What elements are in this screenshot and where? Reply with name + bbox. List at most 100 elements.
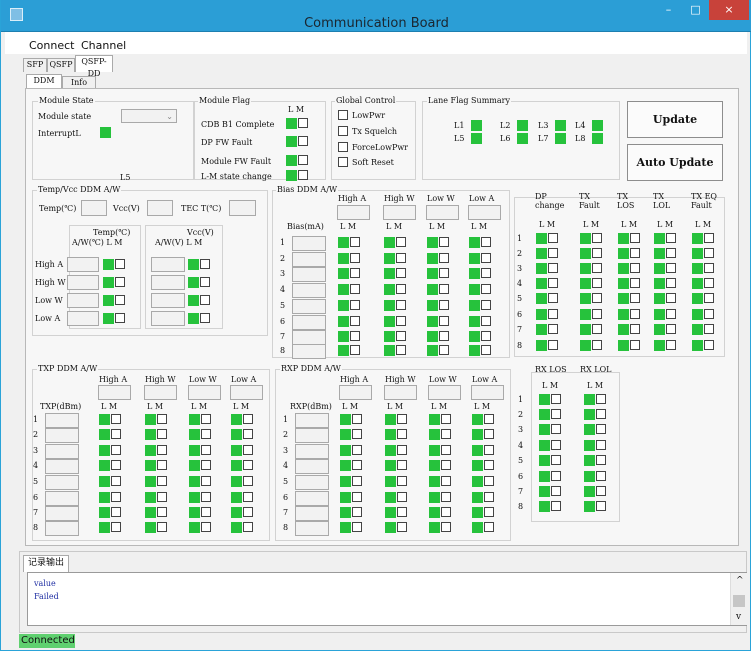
bias-value-field[interactable] [292,236,326,251]
tab-log-output[interactable]: 记录输出 [23,555,69,572]
minimize-button[interactable]: – [655,0,682,20]
temp-threshold-field[interactable] [67,311,99,326]
txp-flag-0-3-l-indicator [231,414,242,425]
tec-field[interactable] [229,200,256,216]
rxp-column-label: RXP(dBm) [290,402,332,411]
vcc-threshold-field[interactable] [151,311,185,326]
menu-channel[interactable]: Channel [81,39,126,52]
rx-flag-lane-number: 1 [518,395,524,404]
global-control-checkbox[interactable] [338,142,348,152]
bias-value-field[interactable] [292,344,326,359]
bias-value-field[interactable] [292,299,326,314]
rxp-value-field[interactable] [295,506,329,521]
rxp-flag-4-1-m-indicator [397,476,407,486]
module-flag-3-m-indicator [298,170,308,180]
rxp-value-field[interactable] [295,475,329,490]
tx-flag-3-1-m-indicator [592,278,602,288]
txp-value-field[interactable] [45,459,79,474]
rxp-value-field[interactable] [295,491,329,506]
tx-flag-0-3-l-indicator [654,233,665,244]
txp-value-field[interactable] [45,413,79,428]
txp-flag-6-0-m-indicator [111,507,121,517]
temp-threshold-field[interactable] [67,275,99,290]
module-flag-label: L-M state change [201,172,272,181]
tx-flag-header: LOS [617,201,635,210]
vcc-threshold-field[interactable] [151,293,185,308]
bias-value-field[interactable] [292,267,326,282]
txp-value-field[interactable] [45,475,79,490]
maximize-button[interactable]: □ [682,0,709,20]
bias-value-field[interactable] [292,283,326,298]
log-scrollbar[interactable]: ^ v [730,573,747,625]
vcc-threshold-field[interactable] [151,257,185,272]
txp-flag-2-1-l-indicator [145,445,156,456]
rxp-value-field[interactable] [295,428,329,443]
tab-qsfp[interactable]: QSFP [47,58,75,72]
scroll-up-icon[interactable]: ^ [736,577,744,586]
temp-field[interactable] [81,200,107,216]
rxp-threshold-field[interactable] [384,385,417,400]
global-control-checkbox[interactable] [338,126,348,136]
update-button[interactable]: Update [627,101,723,138]
log-textbox[interactable]: value Failed ^ v [27,572,747,626]
bias-lm-label: L M [340,222,357,231]
rxp-threshold-label: High A [340,375,369,384]
txp-value-field[interactable] [45,521,79,536]
txp-value-field[interactable] [45,444,79,459]
txp-threshold-field[interactable] [230,385,263,400]
tab-ddm[interactable]: DDM [26,74,62,89]
rxp-flag-5-3-l-indicator [472,492,483,503]
bias-threshold-field[interactable] [426,205,459,220]
txp-threshold-field[interactable] [188,385,221,400]
temp-threshold-field[interactable] [67,293,99,308]
txp-threshold-field[interactable] [144,385,177,400]
txp-value-field[interactable] [45,506,79,521]
tx-flag-6-4-m-indicator [704,324,714,334]
tx-flag-5-1-m-indicator [592,309,602,319]
module-state-select[interactable]: ⌄ [121,109,177,123]
rxp-lane-number: 4 [283,461,289,470]
rxp-value-field[interactable] [295,521,329,536]
bias-flag-7-0-m-indicator [350,345,360,355]
rxp-value-field[interactable] [295,459,329,474]
tab-sfp[interactable]: SFP [23,58,47,72]
close-button[interactable]: × [709,0,749,20]
tab-qsfp-dd[interactable]: QSFP-DD [75,55,113,78]
txp-flag-0-1-l-indicator [145,414,156,425]
module-flag-0-l-indicator [286,118,297,129]
rxp-threshold-field[interactable] [471,385,504,400]
bias-value-field[interactable] [292,315,326,330]
rxp-threshold-field[interactable] [339,385,372,400]
tx-flag-1-3-m-indicator [666,248,676,258]
rxp-lane-number: 8 [283,523,289,532]
rxp-threshold-field[interactable] [428,385,461,400]
bias-value-field[interactable] [292,330,326,345]
scroll-down-icon[interactable]: v [736,613,741,622]
rxp-flag-3-2-l-indicator [429,460,440,471]
bias-threshold-field[interactable] [337,205,370,220]
tx-flag-7-0-l-indicator [536,340,547,351]
tx-flag-7-0-m-indicator [548,340,558,350]
tx-flag-4-0-l-indicator [536,293,547,304]
bias-threshold-field[interactable] [383,205,416,220]
menu-connect[interactable]: Connect [29,39,74,52]
rxp-lm-label: L M [342,402,359,411]
rxp-value-field[interactable] [295,413,329,428]
scroll-thumb[interactable] [733,595,745,607]
bias-value-field[interactable] [292,252,326,267]
global-control-checkbox[interactable] [338,110,348,120]
bias-threshold-field[interactable] [468,205,501,220]
txp-value-field[interactable] [45,491,79,506]
tx-flag-header: Fault [691,201,712,210]
auto-update-button[interactable]: Auto Update [627,144,723,181]
tx-flag-lane-number: 4 [517,279,523,288]
global-control-checkbox[interactable] [338,157,348,167]
vcc-field[interactable] [147,200,173,216]
txp-threshold-field[interactable] [98,385,131,400]
txp-value-field[interactable] [45,428,79,443]
rxp-flag-3-2-m-indicator [441,460,451,470]
rxp-value-field[interactable] [295,444,329,459]
bias-flag-0-3-l-indicator [469,237,480,248]
temp-threshold-field[interactable] [67,257,99,272]
vcc-threshold-field[interactable] [151,275,185,290]
